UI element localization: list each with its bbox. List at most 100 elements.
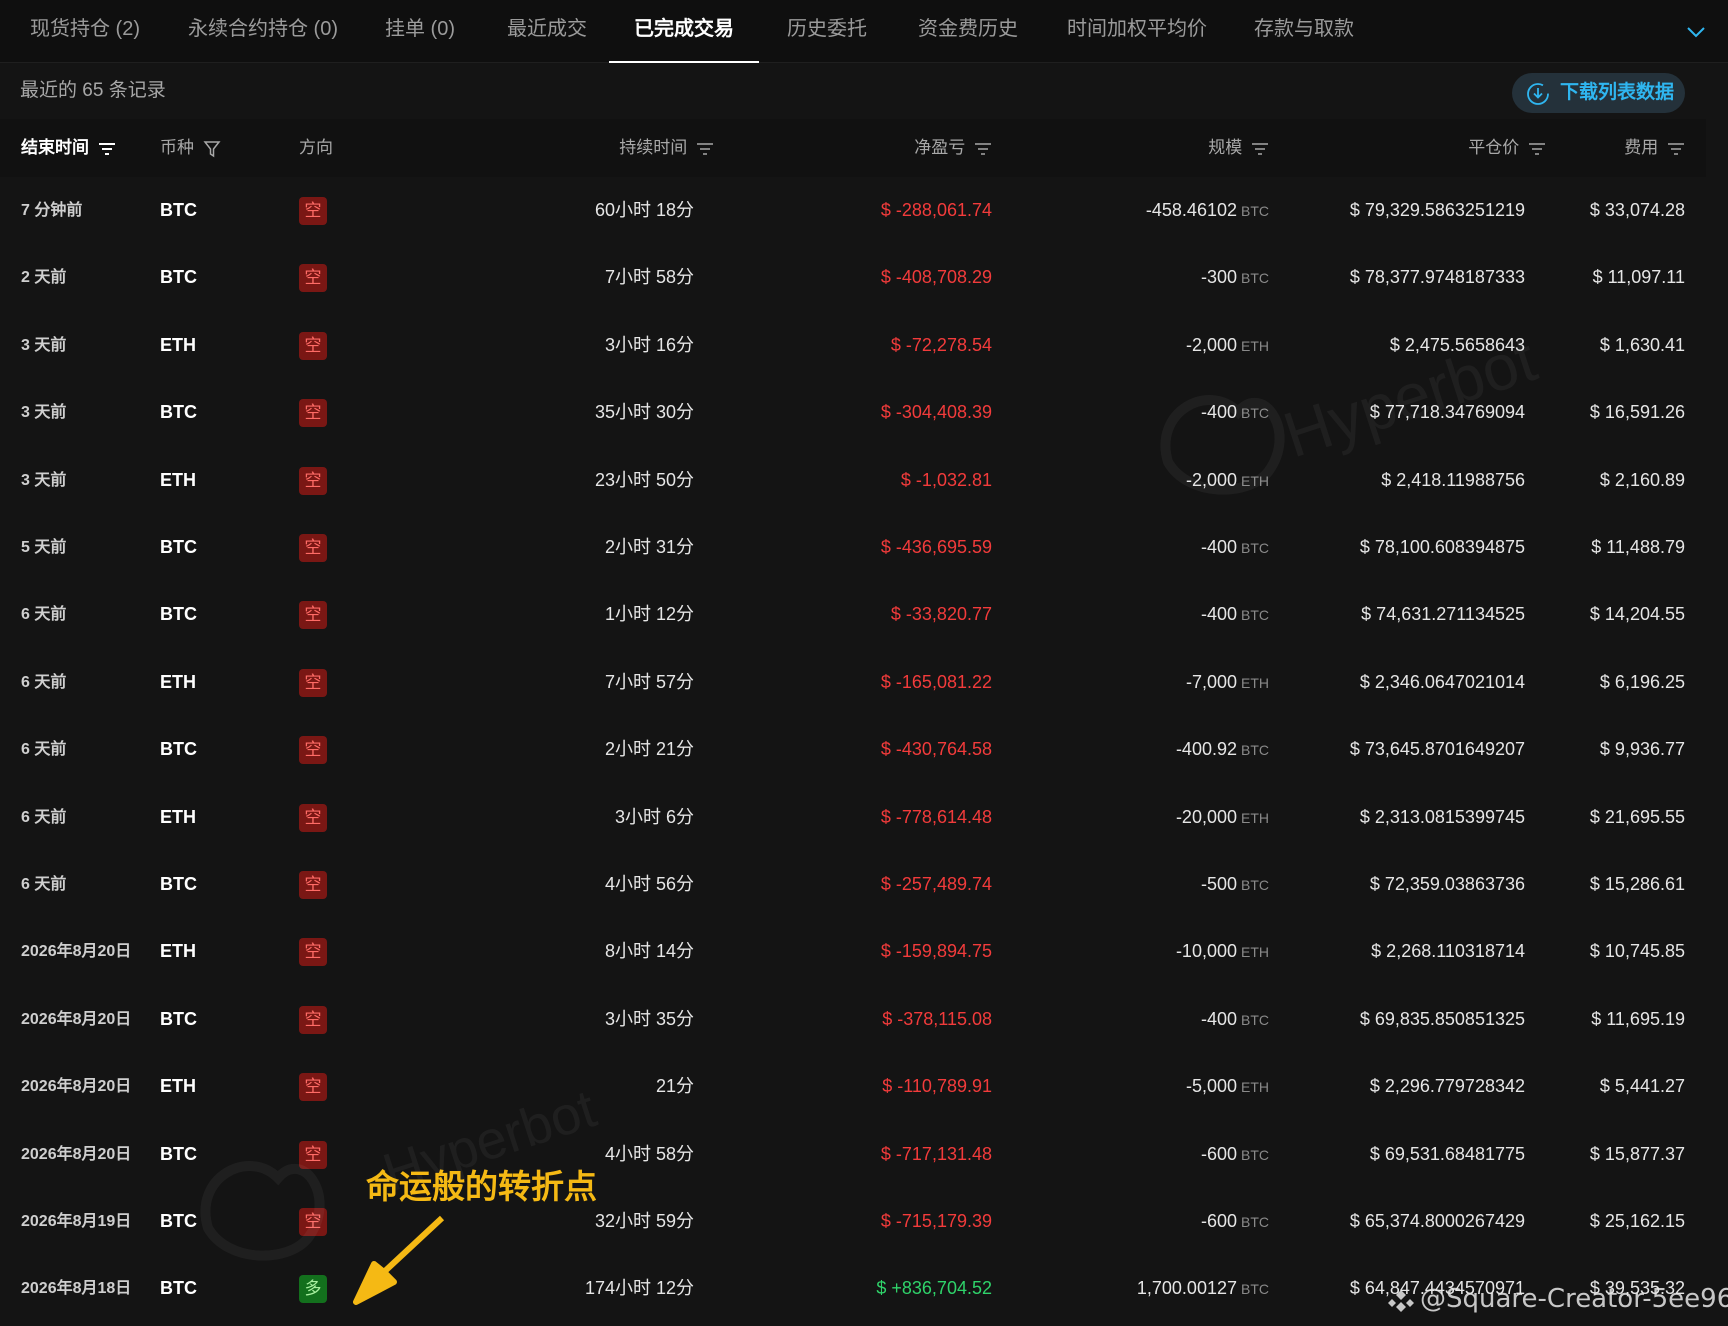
size-unit: BTC xyxy=(1241,877,1269,893)
size-unit: ETH xyxy=(1241,809,1269,826)
net-pnl: $ -715,179.39 xyxy=(880,1211,992,1231)
duration: 174小时 12分 xyxy=(584,1278,694,1299)
close-price: $ 2,418.11988756 xyxy=(1381,469,1525,490)
column-duration[interactable]: 持续时间 xyxy=(619,119,714,177)
column-close-price[interactable]: 平仓价 xyxy=(1468,119,1546,177)
size: -7,000 ETH xyxy=(1186,649,1269,716)
download-list-button[interactable]: 下载列表数据 xyxy=(1512,73,1685,113)
column-pnl[interactable]: 净盈亏 xyxy=(914,119,992,177)
direction-badge: 空 xyxy=(299,197,327,225)
size-value: -600 xyxy=(1200,1211,1237,1231)
size-unit: BTC xyxy=(1241,1214,1269,1230)
direction-badge: 空 xyxy=(299,803,327,832)
direction-badge: 空 xyxy=(299,736,327,765)
table-row[interactable]: 6 天前 BTC 空 2小时 21分 $ -430,764.58 -400.92 BTC $ … xyxy=(0,716,1706,783)
direction-badge: 空 xyxy=(299,264,327,293)
size-value: -20,000 xyxy=(1175,806,1237,827)
fee: $ 11,695.19 xyxy=(1591,1008,1685,1029)
table-row[interactable]: 7 分钟前 BTC 空 60小时 18分 $ -288,061.74 -458.46102… xyxy=(0,177,1706,244)
fee: $ 21,695.55 xyxy=(1589,806,1685,827)
table-row[interactable]: 5 天前 BTC 空 2小时 31分 $ -436,695.59 -400 BTC $ 78,… xyxy=(0,514,1706,581)
size: -600 BTC xyxy=(1201,1188,1269,1255)
end-time: 2 天前 xyxy=(21,269,67,287)
fee: $ 2,160.89 xyxy=(1599,469,1685,490)
record-count: 最近的 65 条记录 xyxy=(20,80,166,101)
size: -400 BTC xyxy=(1201,581,1269,648)
size-unit: ETH xyxy=(1241,674,1269,691)
coin: BTC xyxy=(160,739,197,760)
table-row[interactable]: 2 天前 BTC 空 7小时 58分 $ -408,708.29 -300 BTC $ 78,… xyxy=(0,244,1706,311)
table-row[interactable]: 6 天前 BTC 空 1小时 12分 $ -33,820.77 -400 BTC $ 74,6… xyxy=(0,581,1706,648)
close-price: $ 72,359.03863736 xyxy=(1369,874,1525,894)
size-unit: ETH xyxy=(1241,1079,1269,1096)
end-time: 7 分钟前 xyxy=(21,202,83,219)
column-fee[interactable]: 费用 xyxy=(1624,119,1685,177)
direction-badge: 空 xyxy=(299,668,327,697)
end-time: 6 天前 xyxy=(21,808,67,826)
close-price: $ 78,377.9748187333 xyxy=(1349,267,1525,288)
tab-open-orders[interactable]: 挂单 (0) xyxy=(385,0,455,63)
tab-deposits-withdrawals[interactable]: 存款与取款 xyxy=(1254,0,1354,63)
end-time: 6 天前 xyxy=(21,606,67,624)
size-value: -7,000 xyxy=(1185,671,1237,692)
credit-handle: @Square-Creator-5ee96... xyxy=(1420,1284,1728,1314)
tab-funding-history[interactable]: 资金费历史 xyxy=(918,0,1018,63)
net-pnl: $ -72,278.54 xyxy=(890,334,992,355)
fee: $ 10,745.85 xyxy=(1589,941,1685,962)
tab-completed-trades[interactable]: 已完成交易 xyxy=(609,0,759,63)
download-label: 下载列表数据 xyxy=(1560,82,1675,103)
size: -400 BTC xyxy=(1201,514,1269,581)
close-price: $ 2,296.779728342 xyxy=(1369,1076,1525,1097)
column-end-time[interactable]: 结束时间 xyxy=(21,119,116,177)
size: -458.46102 BTC xyxy=(1146,177,1269,244)
size-unit: BTC xyxy=(1241,1281,1269,1298)
fee: $ 14,204.55 xyxy=(1589,604,1685,625)
coin: ETH xyxy=(160,671,196,692)
coin: ETH xyxy=(160,806,196,827)
fee: $ 11,097.11 xyxy=(1592,267,1685,288)
direction-badge: 空 xyxy=(299,1005,327,1034)
fee: $ 15,877.37 xyxy=(1589,1143,1685,1164)
tab-twap[interactable]: 时间加权平均价 xyxy=(1067,0,1207,63)
end-time: 2026年8月20日 xyxy=(21,943,132,961)
table-row[interactable]: 2026年8月20日 BTC 空 3小时 35分 $ -378,115.08 -400 BT… xyxy=(0,986,1706,1053)
size-value: -5,000 xyxy=(1185,1076,1237,1097)
annotation-arrow-icon xyxy=(353,1215,445,1305)
close-price: $ 73,645.8701649207 xyxy=(1349,739,1525,760)
tab-order-history[interactable]: 历史委托 xyxy=(787,0,867,63)
download-icon xyxy=(1526,81,1550,105)
table-row[interactable]: 6 天前 BTC 空 4小时 56分 $ -257,489.74 -500 BTC $ 72,… xyxy=(0,851,1706,918)
coin: ETH xyxy=(160,941,196,962)
fee: $ 11,488.79 xyxy=(1591,537,1685,557)
chevron-down-icon[interactable] xyxy=(1684,20,1708,44)
close-price: $ 2,346.0647021014 xyxy=(1359,671,1525,692)
net-pnl: $ +836,704.52 xyxy=(876,1278,992,1299)
duration: 32小时 59分 xyxy=(594,1211,694,1231)
table-row[interactable]: 6 天前 ETH 空 7小时 57分 $ -165,081.22 -7,000 ETH $ 2… xyxy=(0,649,1706,716)
close-price: $ 74,631.271134525 xyxy=(1361,604,1525,625)
net-pnl: $ -436,695.59 xyxy=(880,537,992,557)
column-coin[interactable]: 币种 xyxy=(160,119,221,177)
duration: 7小时 57分 xyxy=(604,671,694,692)
coin: ETH xyxy=(160,469,196,490)
size-unit: BTC xyxy=(1241,270,1269,287)
end-time: 3 天前 xyxy=(21,336,67,354)
tab-spot-positions[interactable]: 现货持仓 (2) xyxy=(30,0,140,63)
table-row[interactable]: 3 天前 ETH 空 23小时 50分 $ -1,032.81 -2,000 ETH $ 2,… xyxy=(0,447,1706,514)
duration: 2小时 31分 xyxy=(604,537,694,557)
tab-perp-positions[interactable]: 永续合约持仓 (0) xyxy=(188,0,338,63)
net-pnl: $ -110,789.91 xyxy=(882,1076,992,1097)
tab-recent-fills[interactable]: 最近成交 xyxy=(507,0,587,63)
table-toolbar: 最近的 65 条记录 下载列表数据 xyxy=(0,63,1728,119)
table-row[interactable]: 2026年8月20日 ETH 空 8小时 14分 $ -159,894.75 -10,00… xyxy=(0,918,1706,985)
fee: $ 5,441.27 xyxy=(1599,1076,1685,1097)
size-unit: ETH xyxy=(1241,337,1269,354)
size-unit: BTC xyxy=(1241,203,1269,219)
table-row[interactable]: 6 天前 ETH 空 3小时 6分 $ -778,614.48 -20,000 ETH $ 2… xyxy=(0,784,1706,851)
hyperbot-watermark-icon xyxy=(1160,395,1285,495)
net-pnl: $ -430,764.58 xyxy=(880,739,992,760)
size-value: -500 xyxy=(1200,874,1237,894)
sort-icon xyxy=(1529,142,1545,155)
table-row[interactable]: 2026年8月20日 ETH 空 21分 $ -110,789.91 -5,000 ETH $… xyxy=(0,1053,1706,1120)
column-size[interactable]: 规模 xyxy=(1208,119,1269,177)
